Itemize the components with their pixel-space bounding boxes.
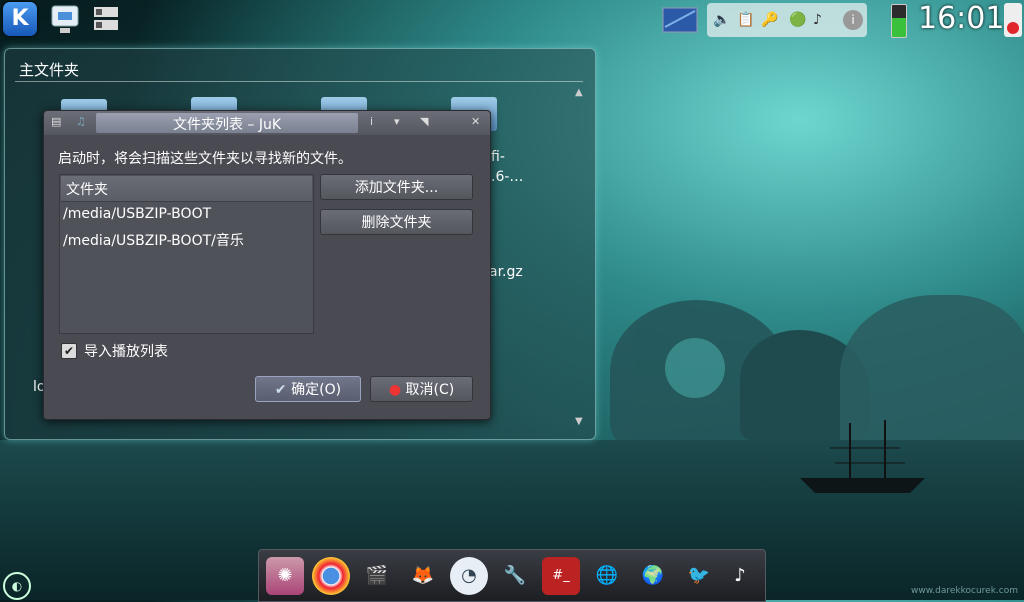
chrome-icon[interactable] (312, 557, 350, 595)
column-header-folder: 文件夹 (66, 182, 108, 198)
dialog-title: 文件夹列表 – JuK (172, 117, 282, 133)
clipboard-icon[interactable]: 📋 (737, 12, 754, 28)
ok-button[interactable]: ✔ 确定(O) (255, 376, 361, 402)
battery-icon (891, 4, 907, 38)
activities-icon[interactable]: ◐ (3, 572, 31, 600)
import-playlists-checkbox[interactable]: ✔ (61, 343, 77, 359)
folder-list[interactable]: 文件夹 /media/USBZIP-BOOT /media/USBZIP-BOO… (59, 174, 314, 334)
scroll-up-icon[interactable]: ▲ (575, 87, 583, 98)
check-icon: ✔ (274, 382, 292, 398)
list-item[interactable]: /media/USBZIP-BOOT (63, 206, 211, 222)
pidgin-icon[interactable]: 🐦 (680, 557, 718, 595)
kde-menu-icon[interactable]: K (3, 2, 37, 36)
cancel-button[interactable]: ● 取消(C) (370, 376, 473, 402)
top-panel: K 🔈 📋 🔑 🟢 ♪ i 16:01 (0, 0, 1024, 40)
globe-icon[interactable]: 🌍 (634, 557, 672, 595)
file-label[interactable]: ar.gz (489, 264, 523, 280)
minimize-icon[interactable]: ▾ (394, 115, 400, 128)
show-desktop-icon[interactable] (92, 3, 122, 35)
usb-device-icon[interactable] (50, 3, 80, 35)
scrollbar[interactable]: ▲ ▼ (573, 87, 587, 427)
amarok-icon[interactable]: ♪ (721, 557, 759, 595)
add-folder-button[interactable]: 添加文件夹... (320, 174, 473, 200)
file-label[interactable]: fi- (491, 149, 505, 165)
terminal-icon[interactable]: #_ (542, 557, 580, 595)
window-menu-icon[interactable]: ▤ (51, 115, 61, 128)
folder-list-dialog: ▤ ♫ 文件夹列表 – JuK i ▾ ◥ ✕ 启动时，将会扫描这些文件夹以寻找… (43, 110, 491, 420)
system-tray: 🔈 📋 🔑 🟢 ♪ i (707, 3, 867, 37)
lock-logout-icon[interactable] (1004, 3, 1022, 37)
divider (15, 81, 583, 82)
info-icon[interactable]: i (370, 115, 373, 128)
music-player-icon[interactable]: ♪ (813, 12, 822, 28)
battery-monitor-icon[interactable]: 🔑 (761, 12, 778, 28)
close-icon[interactable]: ✕ (471, 115, 480, 128)
pager-icon[interactable] (662, 3, 698, 35)
folder-view-title: 主文件夹 (19, 61, 80, 79)
background-ship (800, 420, 925, 493)
clock[interactable]: 16:01 (918, 1, 1004, 36)
remove-folder-button[interactable]: 删除文件夹 (320, 209, 473, 235)
dialog-titlebar[interactable]: ▤ ♫ 文件夹列表 – JuK i ▾ ◥ ✕ (44, 111, 490, 135)
dialog-description: 启动时，将会扫描这些文件夹以寻找新的文件。 (58, 151, 352, 167)
app-icon[interactable]: ♫ (76, 115, 86, 128)
tools-icon[interactable]: 🔧 (496, 557, 534, 595)
scroll-down-icon[interactable]: ▼ (575, 416, 583, 427)
file-label[interactable]: .6-… (491, 169, 523, 185)
cancel-button-label: 取消(C) (405, 382, 455, 398)
video-editor-icon[interactable]: 🎬 (358, 557, 396, 595)
ok-button-label: 确定(O) (291, 382, 342, 398)
folder-list-header[interactable]: 文件夹 (61, 176, 312, 202)
notifications-icon[interactable]: i (843, 10, 863, 30)
list-item[interactable]: /media/USBZIP-BOOT/音乐 (63, 230, 244, 250)
taskbar-dock: ✺ 🎬 🦊 ◔ 🔧 #_ 🌐 🌍 🐦 ♪ (258, 549, 766, 602)
import-playlists-label: 导入播放列表 (84, 344, 168, 360)
maximize-icon[interactable]: ◥ (420, 115, 428, 128)
gimp-icon[interactable]: 🦊 (404, 557, 442, 595)
settings-icon[interactable]: ✺ (266, 557, 304, 595)
network-icon[interactable]: 🌐 (588, 557, 626, 595)
cancel-icon: ● (388, 382, 406, 398)
clock-icon[interactable]: ◔ (450, 557, 488, 595)
network-status-icon[interactable]: 🟢 (789, 12, 806, 28)
wallpaper-watermark: www.darekkocurek.com (911, 586, 1018, 596)
volume-muted-icon[interactable]: 🔈 (713, 12, 730, 28)
